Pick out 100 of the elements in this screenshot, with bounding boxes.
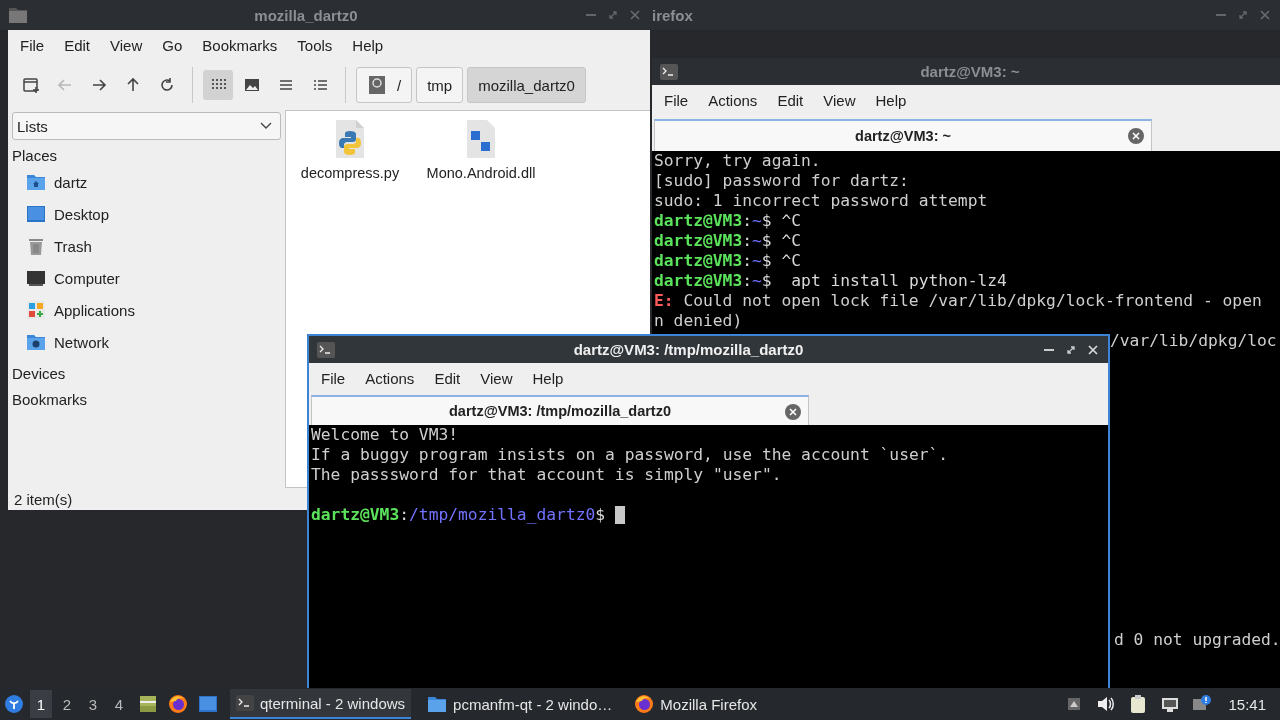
menu-item[interactable]: View [100, 32, 153, 58]
terminal-icon [317, 340, 335, 359]
workspace-button[interactable]: 2 [56, 690, 78, 718]
new-tab-icon [22, 76, 40, 94]
file-cabinet-icon [138, 694, 158, 714]
close-icon [629, 9, 641, 21]
path-button[interactable]: tmp [416, 67, 464, 103]
status-text: 2 item(s) [13, 489, 74, 510]
task-button[interactable]: qterminal - 2 windows [230, 689, 412, 719]
section-heading[interactable]: Devices [10, 361, 285, 384]
menu-item[interactable]: Help [865, 87, 917, 113]
folder-icon [8, 5, 28, 25]
menu-item[interactable]: Bookmarks [192, 32, 288, 58]
place-item[interactable]: dartz [10, 166, 285, 198]
menu-item[interactable]: Help [342, 32, 394, 58]
window-title: dartz@VM3: ~ [919, 63, 1021, 80]
view-mode-button[interactable] [203, 70, 233, 100]
place-item[interactable]: Desktop [10, 198, 285, 230]
maximize-icon [1237, 9, 1249, 21]
prompt-symbol: $ [761, 211, 772, 231]
workspace-button[interactable]: 3 [82, 690, 104, 718]
menu-item[interactable]: View [813, 87, 866, 113]
terminal-text: Welcome to VM3! [311, 425, 459, 445]
task-button[interactable]: pcmanfm-qt - 2 windo… [421, 689, 619, 719]
prompt-path: ~ [752, 251, 762, 271]
terminal-text: [sudo] password for dartz: [654, 171, 909, 191]
terminal-command: ^C [780, 211, 802, 231]
computer-icon [26, 268, 46, 288]
terminal-text: If a buggy program insists on a password, use the account `user`. [311, 445, 949, 465]
terminal-tab[interactable]: dartz@VM3: /tmp/mozilla_dartz0 [311, 395, 809, 425]
tab-title: dartz@VM3: ~ [855, 128, 951, 144]
path-button[interactable]: mozilla_dartz0 [467, 67, 586, 103]
close-button[interactable] [1086, 342, 1100, 357]
home-folder-icon [26, 172, 46, 192]
volume-icon [1096, 694, 1117, 714]
terminal-command: ^C [780, 231, 802, 251]
menu-item[interactable]: Edit [767, 87, 814, 113]
firefox-icon [168, 694, 188, 714]
terminal-text: Sorry, try again. [654, 151, 821, 171]
menu-item[interactable]: Actions [698, 87, 768, 113]
prompt-user: dartz@VM3 [654, 251, 743, 271]
task-button[interactable]: Mozilla Firefox [628, 689, 763, 719]
menu-item[interactable]: Help [522, 365, 574, 391]
section-heading[interactable]: Bookmarks [10, 387, 285, 410]
prompt-separator: : [742, 231, 753, 251]
applications-icon [26, 300, 46, 320]
prompt-path: ~ [752, 231, 762, 251]
workspace-button[interactable]: 4 [108, 690, 130, 718]
error-message: Could not open lock file /var/lib/dpkg/lock-frontend - open [682, 291, 1262, 311]
menu-item[interactable]: File [10, 32, 55, 58]
folder-icon [427, 694, 448, 714]
tab-close-button[interactable] [784, 403, 802, 421]
menu-item[interactable]: Edit [54, 32, 101, 58]
side-pane-dropdown[interactable]: Lists [12, 112, 281, 140]
terminal-icon [660, 62, 678, 81]
firefox-icon [634, 694, 655, 714]
start-menu-icon [4, 694, 24, 714]
prompt-symbol: $ [761, 231, 772, 251]
minimize-icon [585, 14, 597, 16]
window-title: irefox [652, 6, 693, 24]
terminal-command: apt install python-lz4 [790, 271, 1007, 291]
prompt-symbol: $ [595, 505, 606, 525]
prompt-user: dartz@VM3 [311, 505, 400, 525]
terminal-icon [236, 694, 254, 712]
file-name[interactable]: decompress.py [300, 165, 400, 181]
tab-close-button[interactable] [1127, 127, 1145, 145]
maximize-icon [1065, 343, 1077, 356]
terminal-command: ^C [780, 251, 802, 271]
place-item[interactable]: Network [10, 326, 285, 358]
path-button[interactable]: / [356, 67, 413, 103]
menu-item[interactable]: Tools [287, 32, 343, 58]
workspace-button[interactable]: 1 [30, 690, 52, 718]
tab-title: dartz@VM3: /tmp/mozilla_dartz0 [449, 403, 671, 419]
menu-item[interactable]: File [311, 365, 356, 391]
clock[interactable]: 15:41 [1220, 695, 1280, 713]
place-item[interactable]: Computer [10, 262, 285, 294]
prompt-symbol: $ [761, 271, 772, 291]
menu-item[interactable]: Actions [355, 365, 425, 391]
desktop-icon [26, 204, 46, 224]
file-name[interactable]: Mono.Android.dll [426, 165, 536, 181]
prompt-user: dartz@VM3 [654, 271, 743, 291]
place-item[interactable]: Trash [10, 230, 285, 262]
prompt-user: dartz@VM3 [654, 231, 743, 251]
image-icon [243, 76, 261, 94]
menu-item[interactable]: View [470, 365, 523, 391]
terminal-text: sudo: 1 incorrect password attempt [654, 191, 988, 211]
menu-item[interactable]: File [654, 87, 699, 113]
menu-item[interactable]: Go [152, 32, 193, 58]
terminal-text: /var/lib/dpkg/loc [1110, 331, 1277, 351]
prompt-path: ~ [752, 271, 762, 291]
section-heading[interactable]: Places [10, 143, 285, 166]
prompt-symbol: $ [761, 251, 772, 271]
network-folder-icon [26, 332, 46, 352]
reload-icon [158, 76, 176, 94]
minimize-icon [1215, 14, 1227, 16]
place-item[interactable]: Applications [10, 294, 285, 326]
trash-icon [26, 236, 46, 256]
menu-item[interactable]: Edit [424, 365, 471, 391]
terminal-tab[interactable]: dartz@VM3: ~ [654, 119, 1152, 151]
error-label: E: [654, 291, 674, 311]
